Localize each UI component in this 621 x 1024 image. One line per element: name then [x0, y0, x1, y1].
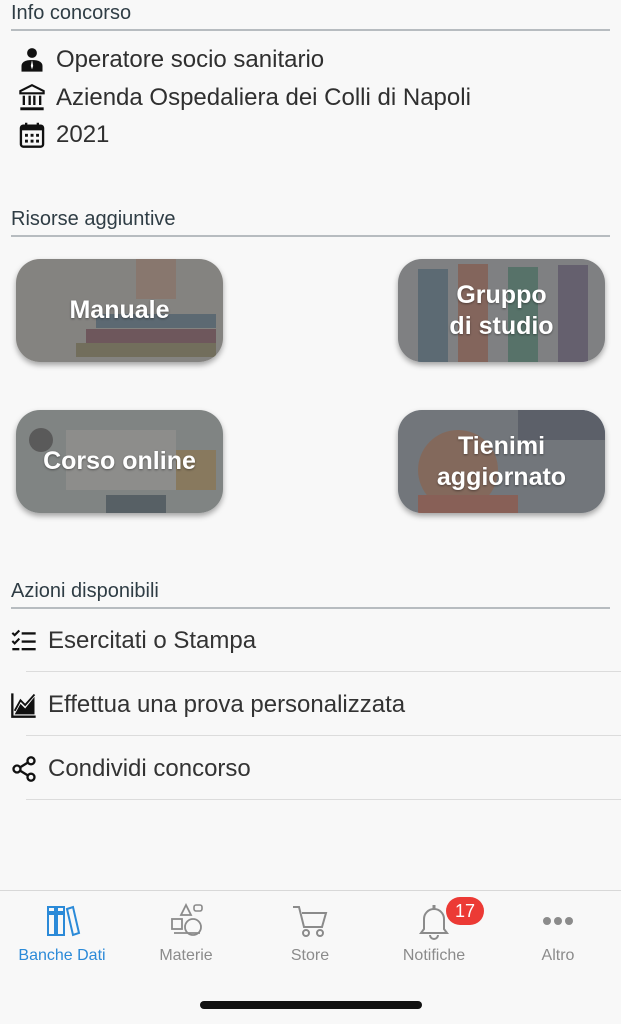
person-icon — [21, 48, 43, 72]
info-section-title: Info concorso — [11, 2, 610, 31]
tab-materie-label: Materie — [159, 947, 213, 964]
info-role: Operatore socio sanitario — [56, 46, 325, 73]
action-practice-print-label: Esercitati o Stampa — [48, 627, 257, 654]
action-practice-print[interactable]: Esercitati o Stampa — [10, 609, 611, 673]
tab-notifiche-label: Notifiche — [402, 947, 466, 964]
tab-store-label: Store — [290, 947, 330, 964]
tab-banche-dati[interactable]: Banche Dati — [0, 901, 124, 965]
actions-section-title: Azioni disponibili — [11, 580, 610, 609]
info-year-row: 2021 — [18, 121, 109, 149]
checklist-icon — [11, 629, 36, 651]
calendar-icon — [19, 122, 45, 148]
chart-icon — [11, 693, 36, 718]
tab-store[interactable]: Store — [248, 901, 372, 965]
divider — [26, 799, 621, 800]
study-group-label: Gruppo di studio — [449, 280, 554, 340]
action-share-label: Condividi concorso — [48, 755, 251, 782]
resources-section-title: Risorse aggiuntive — [11, 208, 610, 237]
notification-badge: 17 — [446, 897, 484, 925]
action-custom-test-label: Effettua una prova personalizzata — [48, 691, 406, 718]
divider — [26, 735, 621, 736]
tab-banche-dati-label: Banche Dati — [18, 947, 106, 964]
online-course-label: Corso online — [43, 447, 196, 475]
books-icon — [47, 905, 81, 937]
subjects-icon — [171, 902, 203, 936]
info-institution: Azienda Ospedaliera dei Colli di Napoli — [56, 84, 471, 111]
institution-icon — [19, 84, 45, 111]
more-icon — [543, 917, 573, 925]
tab-altro[interactable]: Altro — [496, 901, 620, 965]
tab-altro-label: Altro — [541, 947, 575, 964]
share-icon — [12, 756, 36, 782]
action-custom-test[interactable]: Effettua una prova personalizzata — [10, 673, 611, 737]
tab-materie[interactable]: Materie — [124, 901, 248, 965]
home-indicator — [200, 1001, 422, 1009]
divider — [26, 671, 621, 672]
cart-icon — [293, 906, 328, 937]
study-group-tile[interactable]: Gruppo di studio — [398, 259, 605, 362]
online-course-tile[interactable]: Corso online — [16, 410, 223, 513]
action-share[interactable]: Condividi concorso — [10, 737, 611, 801]
info-role-row: Operatore socio sanitario — [18, 46, 324, 74]
manual-label: Manuale — [69, 296, 170, 324]
news-label: Tienimi aggiornato — [436, 431, 567, 491]
manual-tile[interactable]: Manuale — [16, 259, 223, 362]
news-tile[interactable]: Tienimi aggiornato — [398, 410, 605, 513]
info-institution-row: Azienda Ospedaliera dei Colli di Napoli — [18, 84, 471, 112]
info-year: 2021 — [56, 121, 110, 148]
